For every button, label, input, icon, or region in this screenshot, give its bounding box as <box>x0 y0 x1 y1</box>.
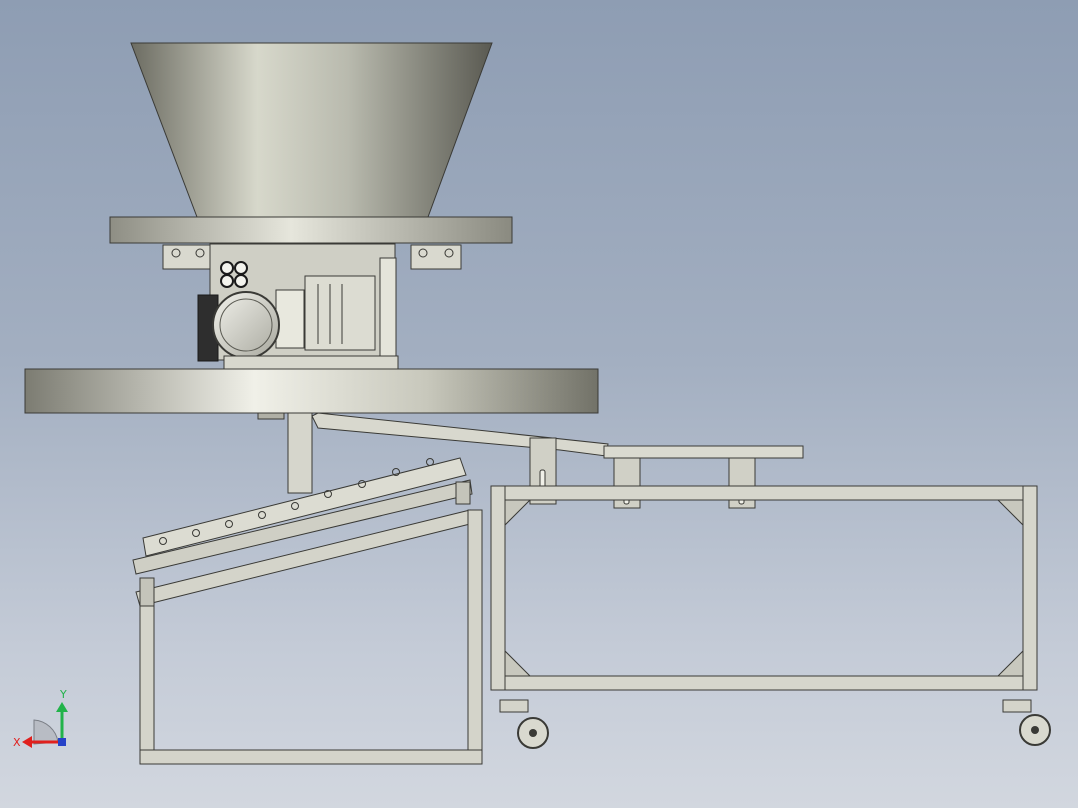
cad-viewport[interactable]: Y X <box>0 0 1078 808</box>
x-axis-label: X <box>13 736 21 749</box>
triad-background-arc <box>33 719 59 745</box>
z-axis-marker <box>58 738 66 746</box>
y-axis-label: Y <box>59 688 67 701</box>
x-axis-arrowhead <box>22 736 32 748</box>
coordinate-triad: Y X <box>13 688 68 749</box>
inclined-conveyor <box>132 457 483 765</box>
hopper <box>130 42 493 218</box>
drive-motor <box>197 243 399 370</box>
machine-assembly-drawing <box>24 42 1051 765</box>
caster-wheels <box>499 699 1051 749</box>
support-cart <box>490 485 1038 691</box>
lower-disc <box>24 368 599 420</box>
y-axis-arrowhead <box>56 702 68 712</box>
